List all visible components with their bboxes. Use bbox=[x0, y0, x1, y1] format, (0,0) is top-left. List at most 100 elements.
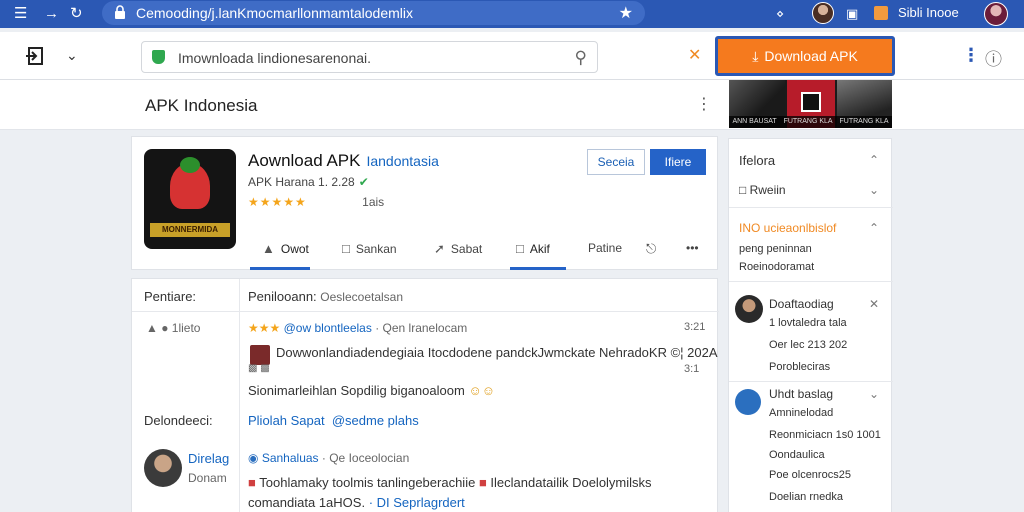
address-bar[interactable]: Cemooding/j.lanKmocmarllonmamtalodemlix … bbox=[102, 1, 645, 25]
sidebar-text: 1 lovtaledra tala bbox=[769, 317, 847, 329]
commenter-name[interactable]: Direlag bbox=[188, 451, 229, 466]
rating-extra: 1ais bbox=[362, 195, 385, 209]
more-vert-icon[interactable]: ⋮ bbox=[962, 45, 980, 66]
app-icon-label: MONNERMIDA bbox=[150, 223, 230, 237]
comment-icon: □ bbox=[342, 241, 350, 256]
globe-icon: ◉ bbox=[248, 451, 259, 465]
profile-avatar[interactable] bbox=[812, 2, 834, 24]
primary-button[interactable]: Ifiere bbox=[650, 149, 706, 175]
right-sidebar: Ifelora ⌃ □ Rweiin ⌄ INO ucieaonlbislof … bbox=[728, 138, 893, 512]
tab-sabat[interactable]: ➚ Sabat bbox=[434, 241, 482, 257]
tab-owot[interactable]: ▲ Owot bbox=[262, 241, 309, 256]
app-toolbar: ⌄ Imownloada lindionesarenonai. ⚲ ✕ ⤓ Do… bbox=[0, 32, 1024, 80]
chevron-down-icon[interactable]: ⌄ bbox=[869, 387, 879, 401]
sidebar-avatar[interactable] bbox=[735, 295, 763, 323]
tab-underline bbox=[510, 267, 566, 270]
search-icon[interactable]: ⚲ bbox=[575, 48, 587, 68]
tab-underline bbox=[250, 267, 310, 270]
app-version: APK Harana 1. 2.28 bbox=[248, 175, 355, 189]
review-note: Sionimarleihlan Sopdilig biganoaloom ☺☺ bbox=[248, 383, 495, 398]
app-rating: ★★★★★ 1ais bbox=[248, 195, 384, 209]
shield-icon bbox=[152, 50, 165, 64]
sidebar-text: Reonmiciacn 1s0 1001 bbox=[769, 429, 881, 441]
thumb-icon: ▲ bbox=[262, 241, 275, 256]
banner-caption: FUTRANG KLA bbox=[839, 118, 889, 125]
save-icon: ⎋ bbox=[646, 241, 657, 256]
comment-body: ■ Toohlamaky toolmis tanlingeberachiie ■… bbox=[248, 475, 652, 490]
chevron-down-icon[interactable]: ⌄ bbox=[869, 183, 879, 197]
review-icons: ▩ ▩ bbox=[248, 363, 270, 374]
feed-head-right: Penilooann: Oeslecoetalsan bbox=[248, 289, 404, 304]
app-name-text: Aownload APK bbox=[248, 151, 361, 170]
sidebar-text: Oondaulica bbox=[769, 449, 825, 461]
more-vert-icon[interactable]: ⋮ bbox=[696, 94, 712, 114]
sidebar-highlight-title[interactable]: INO ucieaonlbislof bbox=[739, 221, 836, 235]
sidebar-user-name[interactable]: Doaftaodiag bbox=[769, 297, 834, 311]
secondary-button[interactable]: Seceia bbox=[587, 149, 645, 175]
page-title: APK Indonesia bbox=[145, 96, 258, 115]
collapse-icon[interactable]: ⌃ bbox=[869, 153, 879, 167]
commenter-sub: Donam bbox=[188, 471, 227, 485]
close-icon[interactable]: ✕ bbox=[869, 297, 879, 311]
key-icon[interactable]: ⋄ bbox=[776, 4, 784, 24]
review-time-2: 3:1 bbox=[684, 363, 700, 375]
tab-patine[interactable]: Patine bbox=[588, 241, 622, 255]
tab-sankan[interactable]: □ Sankan bbox=[342, 241, 397, 256]
extension-icon[interactable] bbox=[874, 6, 888, 20]
download-button-label: Download APK bbox=[764, 48, 858, 64]
banner-caption: FUTRANG KLA bbox=[783, 118, 833, 125]
sidebar-item[interactable]: □ Rweiin bbox=[739, 183, 786, 197]
reload-icon[interactable]: ↻ bbox=[70, 4, 83, 24]
tab-more[interactable]: ••• bbox=[686, 241, 699, 255]
sidebar-text: Oer lec 213 202 bbox=[769, 339, 848, 351]
stars-icon: ★★★ bbox=[248, 321, 281, 335]
sidebar-text: Roeinodoramat bbox=[739, 261, 815, 273]
user-avatar[interactable] bbox=[984, 2, 1008, 26]
address-text: Cemooding/j.lanKmocmarllonmamtalodemlix bbox=[136, 5, 413, 21]
tab-save[interactable]: ⎋ bbox=[646, 241, 662, 257]
sidebar-user-name[interactable]: Uhdt baslag bbox=[769, 387, 833, 401]
review-header: ★★★ @ow blontleelas · Qen lranelocam bbox=[248, 321, 468, 335]
screenshot-icon[interactable]: ▣ bbox=[846, 4, 858, 24]
sidebar-badge-icon[interactable] bbox=[735, 389, 761, 415]
sidebar-link[interactable]: peng peninnan bbox=[739, 243, 812, 255]
forward-icon[interactable]: → bbox=[44, 4, 59, 24]
search-input[interactable]: Imownloada lindionesarenonai. ⚲ bbox=[141, 41, 598, 73]
commenter-avatar[interactable] bbox=[144, 449, 182, 487]
feed-head-left: Pentiare: bbox=[144, 289, 197, 304]
comment-footer: comandiata 1aHOS. · DI Seprlagrdert bbox=[248, 495, 465, 510]
review-thumbnail[interactable] bbox=[250, 345, 270, 365]
lock-icon bbox=[115, 5, 125, 19]
row2-label: Delondeeci: bbox=[144, 413, 213, 428]
app-info-card: MONNERMIDA Aownload APK Iandontasia APK H… bbox=[131, 136, 718, 270]
bookmark-star-icon[interactable]: ★ bbox=[619, 3, 633, 23]
review-user[interactable]: @ow blontleelas bbox=[284, 321, 372, 335]
menu-icon[interactable]: ☰ bbox=[14, 4, 27, 24]
feed-card: Pentiare: Penilooann: Oeslecoetalsan ▲ ●… bbox=[131, 278, 719, 512]
app-name: Aownload APK Iandontasia bbox=[248, 151, 439, 171]
account-label[interactable]: Sibli Inooe bbox=[898, 5, 959, 20]
close-icon[interactable]: ✕ bbox=[688, 45, 701, 65]
sidebar-section-title: Ifelora bbox=[739, 153, 776, 168]
sidebar-text: Doelian rnedka bbox=[769, 491, 843, 503]
row2-link[interactable]: Pliolah Sapat @sedme plahs bbox=[248, 413, 419, 428]
promo-banner[interactable]: ANN BAUSAT FUTRANG KLA FUTRANG KLA bbox=[729, 80, 892, 128]
chevron-down-icon[interactable]: ⌄ bbox=[66, 47, 78, 64]
sidebar-text: Porobleciras bbox=[769, 361, 831, 373]
tab-akif[interactable]: □ Akif bbox=[516, 241, 550, 256]
rating-stars: ★★★★★ bbox=[248, 195, 307, 209]
sidebar-text: Amninelodad bbox=[769, 407, 834, 419]
banner-caption: ANN BAUSAT bbox=[732, 118, 777, 125]
like-count[interactable]: ▲ ● 1lieto bbox=[146, 321, 200, 335]
app-icon: MONNERMIDA bbox=[144, 149, 236, 249]
chat-icon: □ bbox=[516, 241, 524, 256]
browser-top-bar: ☰ → ↻ Cemooding/j.lanKmocmarllonmamtalod… bbox=[0, 0, 1024, 28]
developer-link[interactable]: Iandontasia bbox=[366, 153, 438, 169]
download-apk-button[interactable]: ⤓ Download APK bbox=[715, 36, 895, 76]
review-time: 3:21 bbox=[684, 321, 706, 333]
info-icon[interactable]: ⓘ bbox=[985, 45, 1002, 70]
collapse-icon[interactable]: ⌃ bbox=[869, 221, 879, 235]
exit-icon[interactable] bbox=[26, 47, 46, 65]
search-text: Imownloada lindionesarenonai. bbox=[178, 50, 372, 66]
share-icon: ➚ bbox=[434, 241, 445, 256]
